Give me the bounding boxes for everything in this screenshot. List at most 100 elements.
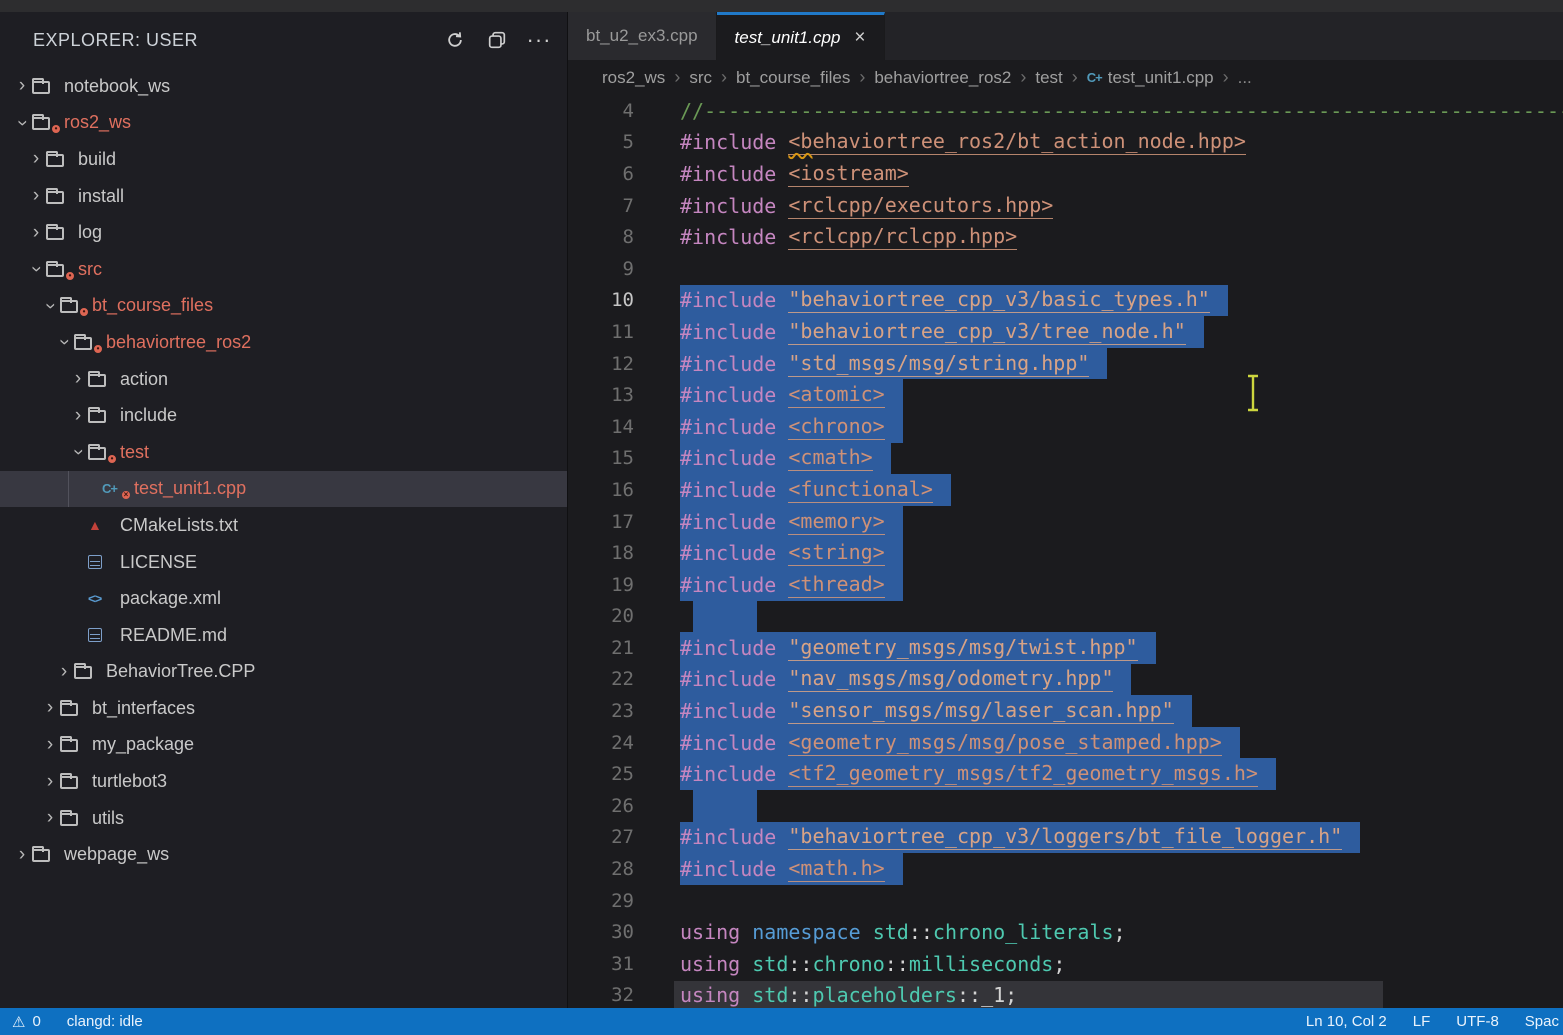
tree-item-turtlebot3[interactable]: turtlebot3 (0, 763, 567, 800)
tree-item-label: LICENSE (120, 552, 197, 573)
code-token (861, 920, 873, 944)
open-editors-icon[interactable] (487, 30, 507, 50)
tree-item-my-package[interactable]: my_package (0, 727, 567, 764)
code-line-32[interactable]: 32using std::placeholders::_1; (568, 980, 1563, 1008)
code-line-28[interactable]: 28 #include <math.h> (568, 853, 1563, 885)
indentation-indicator[interactable]: Spac (1525, 1013, 1559, 1030)
selection-range: #include <string> (680, 537, 903, 569)
code-line-18[interactable]: 18#include <string> (568, 537, 1563, 569)
selection-range: #include "behaviortree_cpp_v3/loggers/bt… (680, 822, 1360, 854)
breadcrumb-item-bt-course-files[interactable]: bt_course_files (736, 68, 850, 88)
breadcrumb-item-src[interactable]: src (689, 68, 712, 88)
chevron-down-icon (68, 442, 88, 462)
code-line-19[interactable]: 19#include <thread> (568, 569, 1563, 601)
line-number: 15 (568, 447, 644, 469)
code-line-12[interactable]: 12#include "std_msgs/msg/string.hpp" (568, 348, 1563, 380)
breadcrumb-item-ros2-ws[interactable]: ros2_ws (602, 68, 665, 88)
tree-item-build[interactable]: build (0, 141, 567, 178)
tree-item-webpage-ws[interactable]: webpage_ws (0, 836, 567, 873)
code-line-25[interactable]: 25#include <tf2_geometry_msgs/tf2_geomet… (568, 758, 1563, 790)
selection-range: #include "behaviortree_cpp_v3/tree_node.… (680, 316, 1204, 348)
code-line-5[interactable]: 5#include <behaviortree_ros2/bt_action_n… (568, 127, 1563, 159)
code-line-6[interactable]: 6#include <iostream> (568, 158, 1563, 190)
line-content: #include <math.h> (680, 853, 903, 885)
tree-item-license[interactable]: LICENSE (0, 544, 567, 581)
code-token: <string> (788, 540, 884, 566)
breadcrumb-label: src (689, 68, 712, 88)
code-line-22[interactable]: 22#include "nav_msgs/msg/odometry.hpp" (568, 664, 1563, 696)
code-editor[interactable]: 4//-------------------------------------… (568, 95, 1563, 1008)
cursor-position[interactable]: Ln 10, Col 2 (1306, 1013, 1387, 1030)
line-number: 14 (568, 416, 644, 438)
status-bar: ⚠ 0 clangd: idle Ln 10, Col 2 LF UTF-8 Spac (0, 1008, 1563, 1035)
code-line-13[interactable]: 13#include <atomic> (568, 379, 1563, 411)
tree-item-behaviortree-ros2[interactable]: •behaviortree_ros2 (0, 324, 567, 361)
line-content: #include "behaviortree_cpp_v3/basic_type… (680, 285, 1228, 317)
code-line-24[interactable]: 24#include <geometry_msgs/msg/pose_stamp… (568, 727, 1563, 759)
tree-item-behaviortree-cpp[interactable]: BehaviorTree.CPP (0, 654, 567, 691)
tab-bt-u2-ex3-cpp[interactable]: bt_u2_ex3.cpp (568, 12, 717, 60)
line-number: 28 (568, 858, 644, 880)
code-line-7[interactable]: 7#include <rclcpp/executors.hpp> (568, 190, 1563, 222)
code-line-14[interactable]: 14#include <chrono> (568, 411, 1563, 443)
breadcrumb-item-test-unit1-cpp[interactable]: C+test_unit1.cpp (1087, 68, 1214, 88)
selection-empty-line (693, 601, 757, 633)
tree-item-utils[interactable]: utils (0, 800, 567, 837)
tree-item-log[interactable]: log (0, 214, 567, 251)
code-line-16[interactable]: 16#include <functional> (568, 474, 1563, 506)
tree-item-readme-md[interactable]: README.md (0, 617, 567, 654)
line-number: 20 (568, 605, 644, 627)
code-line-31[interactable]: 31using std::chrono::milliseconds; (568, 948, 1563, 980)
code-line-29[interactable]: 29 (568, 885, 1563, 917)
code-line-30[interactable]: 30using namespace std::chrono_literals; (568, 916, 1563, 948)
selection-range: #include <math.h> (680, 853, 903, 885)
tree-item-cmakelists-txt[interactable]: ▲CMakeLists.txt (0, 507, 567, 544)
breadcrumb-ellipsis[interactable]: ... (1238, 68, 1252, 88)
tree-item-install[interactable]: install (0, 178, 567, 215)
tree-item-test-unit1-cpp[interactable]: C+×test_unit1.cpp (0, 471, 567, 508)
encoding-indicator[interactable]: UTF-8 (1456, 1013, 1499, 1030)
line-number: 19 (568, 574, 644, 596)
folder-glyph (88, 410, 106, 423)
code-line-8[interactable]: 8#include <rclcpp/rclcpp.hpp> (568, 221, 1563, 253)
code-line-15[interactable]: 15#include <cmath> (568, 443, 1563, 475)
code-token: "behaviortree_cpp_v3/tree_node.h" (788, 319, 1185, 345)
problems-indicator[interactable]: ⚠ 0 (12, 1013, 41, 1031)
close-icon[interactable]: × (854, 30, 865, 46)
code-line-23[interactable]: 23#include "sensor_msgs/msg/laser_scan.h… (568, 695, 1563, 727)
breadcrumb-item-test[interactable]: test (1035, 68, 1062, 88)
code-line-20[interactable]: 20 (568, 601, 1563, 633)
code-line-9[interactable]: 9 (568, 253, 1563, 285)
breadcrumb-item-behaviortree-ros2[interactable]: behaviortree_ros2 (874, 68, 1011, 88)
code-token: chrono_literals (933, 920, 1114, 944)
tree-item-bt-course-files[interactable]: •bt_course_files (0, 288, 567, 325)
code-line-4[interactable]: 4//-------------------------------------… (568, 95, 1563, 127)
tree-item-src[interactable]: •src (0, 251, 567, 288)
code-token: <functional> (788, 477, 933, 503)
clangd-status[interactable]: clangd: idle (67, 1013, 143, 1030)
tree-item-bt-interfaces[interactable]: bt_interfaces (0, 690, 567, 727)
tab-test-unit1-cpp[interactable]: test_unit1.cpp× (717, 12, 885, 60)
folder-icon (74, 664, 100, 679)
code-line-17[interactable]: 17#include <memory> (568, 506, 1563, 538)
tree-item-action[interactable]: action (0, 361, 567, 398)
more-actions-icon[interactable]: ··· (529, 30, 549, 50)
code-token (740, 952, 752, 976)
tree-item-notebook-ws[interactable]: notebook_ws (0, 68, 567, 105)
code-line-11[interactable]: 11#include "behaviortree_cpp_v3/tree_nod… (568, 316, 1563, 348)
code-line-10[interactable]: 10#include "behaviortree_cpp_v3/basic_ty… (568, 285, 1563, 317)
tree-item-include[interactable]: include (0, 397, 567, 434)
selection-range: #include "nav_msgs/msg/odometry.hpp" (680, 664, 1131, 696)
explorer-sidebar: EXPLORER: USER ··· (0, 12, 568, 1008)
code-line-21[interactable]: 21#include "geometry_msgs/msg/twist.hpp" (568, 632, 1563, 664)
selection-range: #include <atomic> (680, 379, 903, 411)
tree-item-test[interactable]: •test (0, 434, 567, 471)
code-token: #include (680, 573, 788, 597)
code-token: _1; (981, 983, 1017, 1007)
eol-indicator[interactable]: LF (1413, 1013, 1431, 1030)
code-line-27[interactable]: 27#include "behaviortree_cpp_v3/loggers/… (568, 822, 1563, 854)
tree-item-package-xml[interactable]: <>package.xml (0, 580, 567, 617)
refresh-icon[interactable] (445, 30, 465, 50)
code-line-26[interactable]: 26 (568, 790, 1563, 822)
tree-item-ros2-ws[interactable]: •ros2_ws (0, 105, 567, 142)
